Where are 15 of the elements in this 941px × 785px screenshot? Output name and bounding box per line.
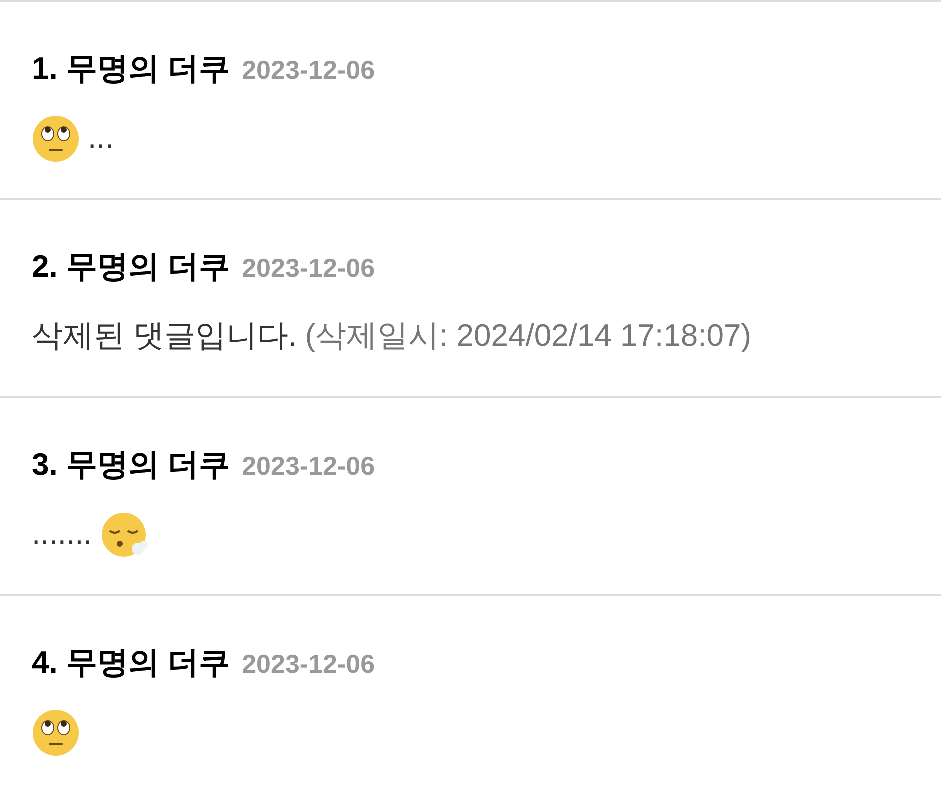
comment-author: 2. 무명의 더쿠 xyxy=(32,248,230,286)
comment-date: 2023-12-06 xyxy=(242,450,376,483)
comment-text: 삭제된 댓글입니다. xyxy=(32,317,298,356)
comment-author: 1. 무명의 더쿠 xyxy=(32,50,230,88)
deleted-time-note: (삭제일시: 2024/02/14 17:18:07) xyxy=(305,317,752,356)
comment-text: ... xyxy=(88,119,114,158)
comment-date: 2023-12-06 xyxy=(242,252,376,285)
comment-text: ....... xyxy=(32,515,92,554)
comment-date: 2023-12-06 xyxy=(242,54,376,87)
eye-roll-emoji-icon xyxy=(32,708,80,756)
exhale-emoji-icon xyxy=(100,510,148,558)
eye-roll-emoji-icon xyxy=(32,114,80,162)
comment-author: 4. 무명의 더쿠 xyxy=(32,644,230,682)
comment-author: 3. 무명의 더쿠 xyxy=(32,446,230,484)
comment-date: 2023-12-06 xyxy=(242,648,376,681)
